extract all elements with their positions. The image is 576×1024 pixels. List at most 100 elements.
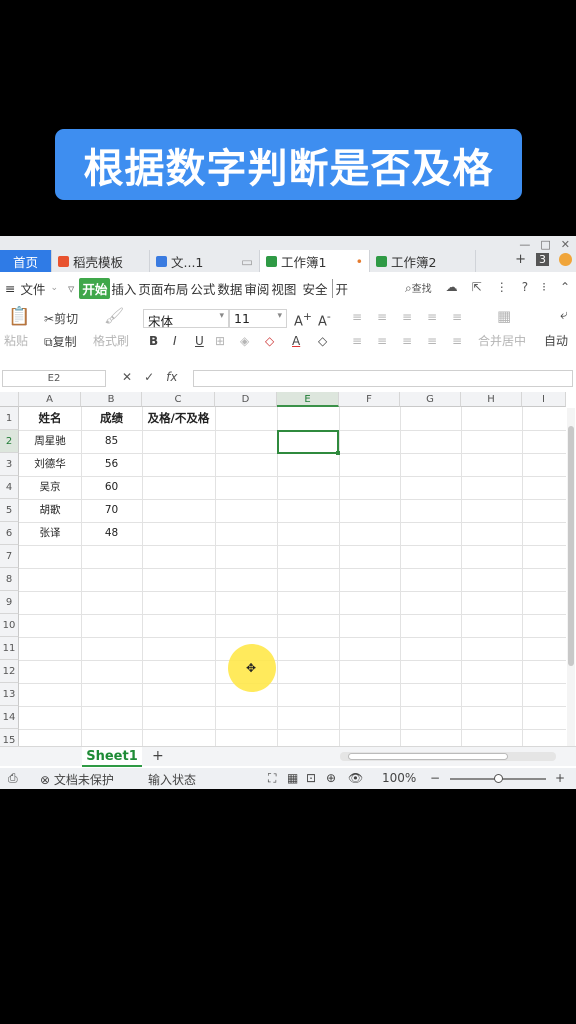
font-name-select[interactable]: 宋体▾ [143,309,229,328]
menu-more[interactable]: 开 [332,279,349,298]
fill-color-icon[interactable]: ◈ [240,334,249,348]
menu-page-layout[interactable]: 页面布局 [137,279,189,298]
minimize-icon[interactable]: — [519,238,530,251]
col-header-f[interactable]: F [339,392,400,407]
row-header-7[interactable]: 7 [0,545,19,568]
function-icon[interactable]: fx [166,370,177,384]
zoom-slider-knob[interactable] [494,774,503,783]
font-color-icon[interactable]: ◇ [265,334,274,348]
row-header-14[interactable]: 14 [0,706,19,729]
row-header-5[interactable]: 5 [0,499,19,522]
cell-a3[interactable]: 刘德华 [19,453,81,476]
quick-access-icon[interactable]: ▿ [67,281,75,296]
normal-view-icon[interactable]: ▦ [287,771,298,785]
horizontal-scrollbar[interactable] [340,752,556,761]
row-header-2[interactable]: 2 [0,430,19,453]
hamburger-icon[interactable]: ≡ [4,281,16,296]
auto-wrap-button[interactable]: 自动 [544,332,568,349]
tab-workbook2[interactable]: 工作簿2 [370,250,476,272]
row-header-6[interactable]: 6 [0,522,19,545]
merge-icon[interactable]: ▦ [497,307,511,325]
cell-a4[interactable]: 吴京 [19,476,81,499]
fullscreen-icon[interactable]: ⛶ [268,771,276,786]
row-header-4[interactable]: 4 [0,476,19,499]
more-icon[interactable]: ⋮ [496,280,508,296]
align-middle-icon[interactable]: ≡ [377,310,387,324]
active-cell-e2[interactable] [277,430,339,454]
zoom-level[interactable]: 100% [382,771,416,785]
align-center-icon[interactable]: ≡ [377,334,387,348]
row-header-8[interactable]: 8 [0,568,19,591]
add-sheet-button[interactable]: + [152,747,164,766]
eye-protect-icon[interactable]: 👁 [348,771,363,785]
sheet-tab-sheet1[interactable]: Sheet1 [82,747,142,767]
chevron-down-icon[interactable]: ⌄ [50,283,60,293]
cloud-icon[interactable]: ☁ [446,280,458,296]
cell-b3[interactable]: 56 [81,453,142,476]
brush-icon[interactable]: 🖌 [104,306,124,325]
col-header-h[interactable]: H [461,392,522,407]
distribute-icon[interactable]: ≡ [452,334,462,348]
clear-format-icon[interactable]: ◇ [318,334,327,348]
collapse-ribbon-icon[interactable]: ⌃ [560,280,570,296]
cell-a5[interactable]: 胡歌 [19,499,81,522]
cancel-icon[interactable]: ✕ [122,370,132,384]
col-header-c[interactable]: C [142,392,215,407]
menu-start[interactable]: 开始 [79,278,110,299]
vertical-scrollbar[interactable] [567,408,575,748]
zoom-slider[interactable] [450,778,546,780]
bold-icon[interactable]: B [149,334,158,348]
align-left-icon[interactable]: ≡ [352,334,362,348]
menu-insert[interactable]: 插入 [110,279,137,298]
align-top-icon[interactable]: ≡ [352,310,362,324]
help-icon[interactable]: ? [522,280,528,296]
menu-view[interactable]: 视图 [270,279,297,298]
menu-formula[interactable]: 公式 [189,279,216,298]
menu-file[interactable]: 文件 [19,279,46,298]
cell-b2[interactable]: 85 [81,430,142,453]
page-break-icon[interactable]: ⊕ [326,771,336,785]
row-header-13[interactable]: 13 [0,683,19,706]
cell-b5[interactable]: 70 [81,499,142,522]
zoom-in-icon[interactable]: + [555,771,565,785]
col-header-i[interactable]: I [522,392,566,407]
col-header-g[interactable]: G [400,392,461,407]
select-all-corner[interactable] [0,392,19,407]
row-header-1[interactable]: 1 [0,407,19,430]
row-header-10[interactable]: 10 [0,614,19,637]
tab-home[interactable]: 首页 [0,250,52,272]
cell-b4[interactable]: 60 [81,476,142,499]
cell-a2[interactable]: 周星驰 [19,430,81,453]
indent-icon[interactable]: ≡ [427,310,437,324]
menu-review[interactable]: 审阅 [243,279,270,298]
avatar[interactable] [559,253,572,266]
close-icon[interactable]: ✕ [561,238,570,251]
paste-button[interactable]: 粘贴 [4,332,28,349]
maximize-icon[interactable]: □ [540,238,550,251]
tab-count-badge[interactable]: 3 [536,253,549,266]
align-right-icon[interactable]: ≡ [402,334,412,348]
merge-center-button[interactable]: 合并居中 [478,332,526,349]
row-header-11[interactable]: 11 [0,637,19,660]
zoom-out-icon[interactable]: − [430,771,440,785]
protect-status[interactable]: ⊗ 文档未保护 [40,771,114,788]
menu-data[interactable]: 数据 [216,279,243,298]
tab-templates[interactable]: 稻壳模板 [52,250,150,272]
align-bottom-icon[interactable]: ≡ [402,310,412,324]
underline-icon[interactable]: U [195,334,204,348]
col-header-e[interactable]: E [277,392,339,407]
cell-b6[interactable]: 48 [81,522,142,545]
share-icon[interactable]: ⇱ [472,280,482,296]
font-size-select[interactable]: 11▾ [229,309,287,328]
name-box[interactable]: E2 [2,370,106,387]
scroll-thumb[interactable] [348,753,508,760]
row-header-3[interactable]: 3 [0,453,19,476]
row-header-9[interactable]: 9 [0,591,19,614]
italic-icon[interactable]: I [173,334,177,348]
page-view-icon[interactable]: ⊡ [306,771,316,785]
cut-button[interactable]: ✂剪切 [44,310,78,327]
new-tab-button[interactable]: + [515,252,526,267]
tab-doc1[interactable]: 文...1 ▭ [150,250,260,272]
more-options-icon[interactable]: ⁝ [542,280,546,296]
decrease-font-icon[interactable]: A- [318,310,331,329]
